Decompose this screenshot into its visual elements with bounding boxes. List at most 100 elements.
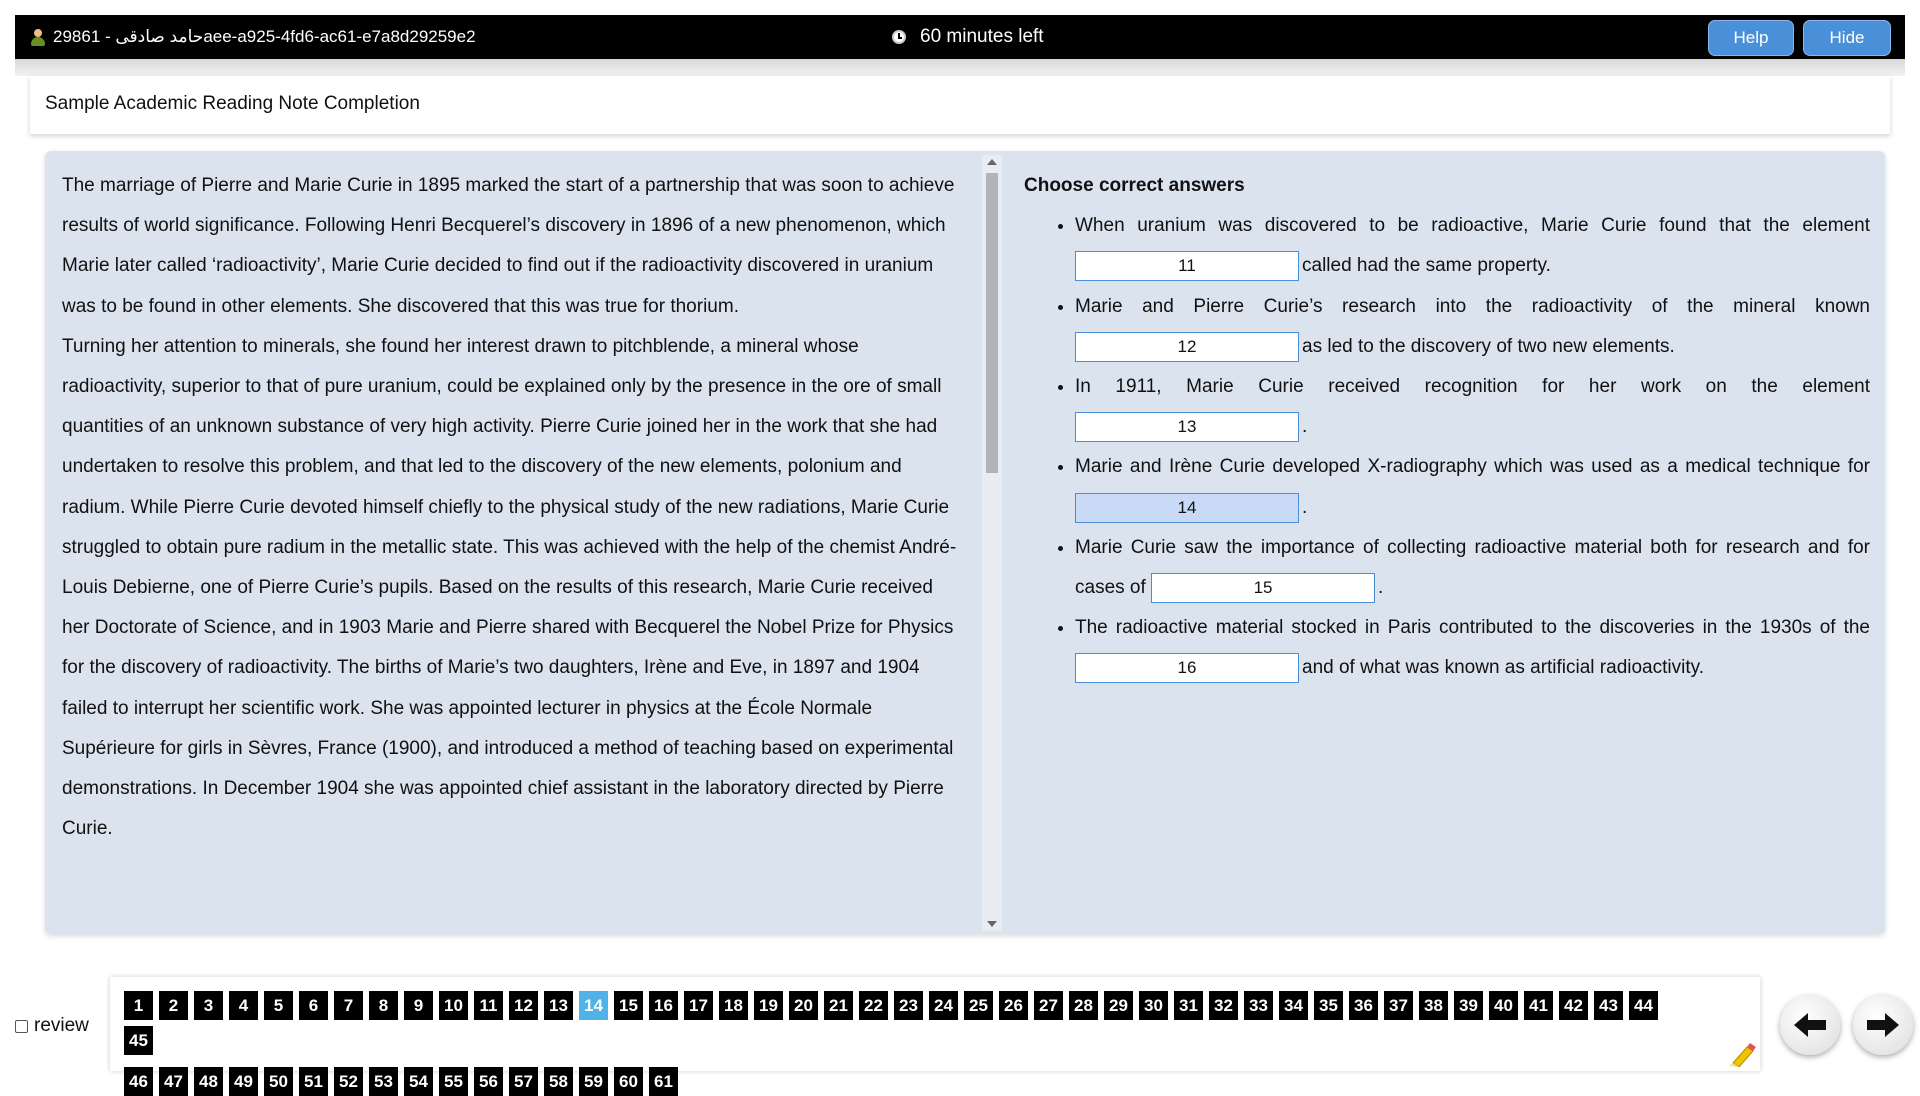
top-bar: 29861 - حامد صادقیaee-a925-4fd6-ac61-e7a… [15,15,1905,59]
question-nav-59[interactable]: 59 [579,1067,608,1096]
question-nav-2[interactable]: 2 [159,991,188,1020]
question-nav-21[interactable]: 21 [824,991,853,1020]
question-nav-18[interactable]: 18 [719,991,748,1020]
question-nav-35[interactable]: 35 [1314,991,1343,1020]
question-item: Marie Curie saw the importance of collec… [1075,528,1870,608]
help-button[interactable]: Help [1708,20,1794,56]
question-nav-45[interactable]: 45 [124,1026,153,1055]
question-nav-38[interactable]: 38 [1419,991,1448,1020]
question-number-grid: 1 2 3 4 5 6 7 8 9 10 11 12 13 14 15 16 17 18 19 20 21 22 23 24 2… [124,991,1684,1096]
answer-box-15[interactable]: 15 [1151,573,1376,604]
question-nav-41[interactable]: 41 [1524,991,1553,1020]
question-text-after: . [1302,496,1308,518]
scroll-up-arrow-icon[interactable] [987,159,997,165]
question-nav-26[interactable]: 26 [999,991,1028,1020]
question-nav-48[interactable]: 48 [194,1067,223,1096]
question-nav-55[interactable]: 55 [439,1067,468,1096]
timer: 60 minutes left [890,15,1044,59]
question-nav-10[interactable]: 10 [439,991,468,1020]
question-text-after: . [1302,416,1308,438]
answer-box-14[interactable]: 14 [1075,492,1299,523]
question-nav-50[interactable]: 50 [264,1067,293,1096]
question-nav-1[interactable]: 1 [124,991,153,1020]
question-nav-58[interactable]: 58 [544,1067,573,1096]
question-nav-53[interactable]: 53 [369,1067,398,1096]
question-nav-3[interactable]: 3 [194,991,223,1020]
answer-box-13[interactable]: 13 [1075,412,1299,443]
question-nav-47[interactable]: 47 [159,1067,188,1096]
question-nav-16[interactable]: 16 [649,991,678,1020]
question-text-after: called had the same property. [1302,255,1551,277]
question-nav-51[interactable]: 51 [299,1067,328,1096]
question-nav-12[interactable]: 12 [509,991,538,1020]
review-label: review [34,1015,89,1036]
review-toggle[interactable]: review [15,1015,89,1036]
question-text-before: Marie and Pierre Curie’s research into t… [1075,295,1870,317]
question-nav-19[interactable]: 19 [754,991,783,1020]
question-nav-40[interactable]: 40 [1489,991,1518,1020]
question-nav-5[interactable]: 5 [264,991,293,1020]
previous-button[interactable] [1780,995,1840,1055]
question-nav-23[interactable]: 23 [894,991,923,1020]
answer-box-16[interactable]: 16 [1075,653,1299,684]
question-nav-36[interactable]: 36 [1349,991,1378,1020]
question-nav-20[interactable]: 20 [789,991,818,1020]
question-nav-49[interactable]: 49 [229,1067,258,1096]
question-nav-7[interactable]: 7 [334,991,363,1020]
question-nav-56[interactable]: 56 [474,1067,503,1096]
question-nav-43[interactable]: 43 [1594,991,1623,1020]
title-card: Sample Academic Reading Note Completion [30,76,1890,134]
pencil-icon[interactable] [1727,1041,1757,1067]
question-nav-13[interactable]: 13 [544,991,573,1020]
question-nav-33[interactable]: 33 [1244,991,1273,1020]
question-nav-31[interactable]: 31 [1174,991,1203,1020]
question-nav-6[interactable]: 6 [299,991,328,1020]
question-nav-28[interactable]: 28 [1069,991,1098,1020]
question-nav-37[interactable]: 37 [1384,991,1413,1020]
question-nav-4[interactable]: 4 [229,991,258,1020]
question-nav-8[interactable]: 8 [369,991,398,1020]
review-checkbox[interactable] [15,1019,28,1033]
passage-scrollbar[interactable] [982,155,1002,931]
question-item: Marie and Pierre Curie’s research into t… [1075,287,1870,367]
question-nav-14[interactable]: 14 [579,991,608,1020]
candidate-info: 29861 - حامد صادقیaee-a925-4fd6-ac61-e7a… [29,15,476,59]
question-nav-9[interactable]: 9 [404,991,433,1020]
question-nav-30[interactable]: 30 [1139,991,1168,1020]
scrollbar-thumb[interactable] [986,173,998,473]
question-nav-17[interactable]: 17 [684,991,713,1020]
question-nav-22[interactable]: 22 [859,991,888,1020]
question-nav-52[interactable]: 52 [334,1067,363,1096]
answer-box-11[interactable]: 11 [1075,251,1299,282]
question-nav-11[interactable]: 11 [474,991,503,1020]
arrow-right-icon [1867,1013,1899,1037]
answer-box-12[interactable]: 12 [1075,331,1299,362]
question-nav-46[interactable]: 46 [124,1067,153,1096]
question-nav-24[interactable]: 24 [929,991,958,1020]
question-nav-44[interactable]: 44 [1629,991,1658,1020]
question-navigator: 1 2 3 4 5 6 7 8 9 10 11 12 13 14 15 16 17 18 19 20 21 22 23 24 2… [110,977,1760,1096]
question-text-before: In 1911, Marie Curie received recognitio… [1075,376,1870,398]
question-nav-29[interactable]: 29 [1104,991,1133,1020]
timer-label: 60 minutes left [920,26,1044,47]
scroll-down-arrow-icon[interactable] [987,921,997,927]
passage-paragraph: Turning her attention to minerals, she f… [62,335,957,840]
question-nav-15[interactable]: 15 [614,991,643,1020]
question-nav-54[interactable]: 54 [404,1067,433,1096]
question-nav-32[interactable]: 32 [1209,991,1238,1020]
questions-panel: Choose correct answers When uranium was … [1024,166,1870,689]
question-nav-27[interactable]: 27 [1034,991,1063,1020]
question-item: When uranium was discovered to be radioa… [1075,206,1870,286]
main-panel: The marriage of Pierre and Marie Curie i… [45,151,1885,934]
question-nav-25[interactable]: 25 [964,991,993,1020]
user-icon [29,27,47,47]
question-nav-61[interactable]: 61 [649,1067,678,1096]
question-nav-42[interactable]: 42 [1559,991,1588,1020]
next-button[interactable] [1853,995,1913,1055]
question-nav-34[interactable]: 34 [1279,991,1308,1020]
questions-heading: Choose correct answers [1024,175,1245,196]
question-nav-57[interactable]: 57 [509,1067,538,1096]
hide-button[interactable]: Hide [1803,20,1891,56]
question-nav-39[interactable]: 39 [1454,991,1483,1020]
question-nav-60[interactable]: 60 [614,1067,643,1096]
